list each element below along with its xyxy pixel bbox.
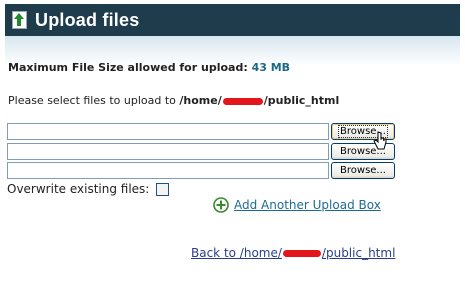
title-bar: Upload files — [5, 4, 460, 36]
file-upload-row: Browse... — [7, 143, 397, 161]
redaction-mark — [282, 250, 321, 257]
back-link[interactable]: Back to /home/ /public_html — [191, 246, 395, 260]
back-suffix[interactable]: /public_html — [322, 246, 395, 260]
browse-button[interactable]: Browse... — [331, 162, 395, 179]
file-path-field[interactable] — [7, 162, 329, 179]
overwrite-checkbox[interactable] — [156, 182, 170, 196]
file-path-field[interactable] — [7, 123, 329, 140]
mouse-cursor-icon — [373, 131, 387, 150]
file-upload-row: Browse... — [7, 162, 397, 180]
max-size-value: 43 MB — [251, 61, 291, 74]
path-start: /home/ — [179, 94, 222, 107]
max-size-label: Maximum File Size allowed for upload: — [8, 61, 248, 74]
path-end: /public_html — [263, 94, 340, 107]
back-prefix[interactable]: Back to /home/ — [191, 246, 282, 260]
browse-label: Browse... — [340, 165, 386, 176]
select-prefix: Please select files to upload to — [8, 94, 176, 107]
select-instruction: Please select files to upload to /home//… — [8, 94, 339, 107]
overwrite-option: Overwrite existing files: — [7, 182, 170, 196]
upload-panel: Upload files Maximum File Size allowed f… — [0, 0, 465, 281]
add-upload-box-link[interactable]: Add Another Upload Box — [234, 198, 381, 212]
add-upload-box-button[interactable]: Add Another Upload Box — [213, 197, 381, 213]
max-file-size: Maximum File Size allowed for upload: 43… — [8, 61, 290, 74]
plus-circle-icon[interactable] — [213, 197, 229, 213]
target-path: /home/ /public_html — [179, 94, 339, 107]
overwrite-label: Overwrite existing files: — [7, 182, 150, 196]
redaction-mark — [222, 97, 263, 105]
file-upload-row: Browse... — [7, 123, 397, 141]
file-path-field[interactable] — [7, 143, 329, 160]
page-title: Upload files — [35, 9, 140, 30]
upload-icon — [11, 10, 29, 30]
